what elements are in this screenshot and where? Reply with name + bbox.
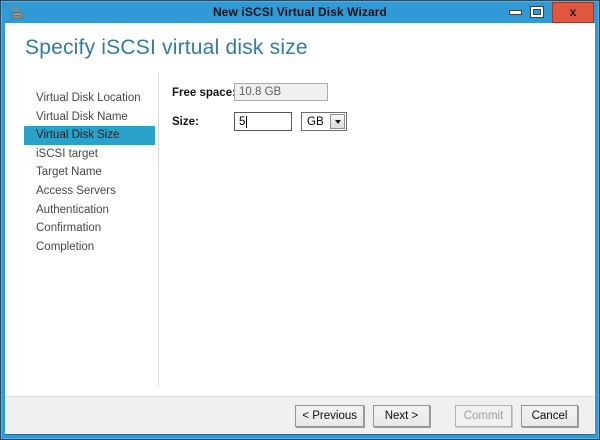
size-input[interactable]: 5: [234, 112, 292, 131]
wizard-footer: < Previous Next > Commit Cancel: [5, 396, 595, 434]
size-unit-select[interactable]: GB: [301, 112, 347, 131]
sidebar-item-virtual-disk-size[interactable]: Virtual Disk Size: [24, 126, 155, 145]
size-label: Size:: [172, 116, 199, 128]
title-bar: New iSCSI Virtual Disk Wizard x: [1, 1, 599, 23]
window-controls: x: [509, 1, 594, 23]
next-button[interactable]: Next >: [373, 404, 430, 427]
text-caret: [246, 115, 248, 128]
sidebar-item-authentication[interactable]: Authentication: [24, 201, 155, 220]
sidebar-divider: [158, 72, 159, 386]
sidebar-item-iscsi-target[interactable]: iSCSI target: [24, 145, 155, 164]
sidebar-item-virtual-disk-name[interactable]: Virtual Disk Name: [24, 108, 155, 127]
minimize-icon[interactable]: [509, 9, 522, 15]
sidebar-item-target-name[interactable]: Target Name: [24, 163, 155, 182]
commit-button: Commit: [455, 404, 512, 427]
sidebar-item-completion[interactable]: Completion: [24, 238, 155, 257]
maximize-icon[interactable]: [531, 7, 543, 17]
free-space-field: 10.8 GB: [234, 83, 328, 101]
sidebar-item-virtual-disk-location[interactable]: Virtual Disk Location: [24, 89, 155, 108]
sidebar-item-access-servers[interactable]: Access Servers: [24, 182, 155, 201]
dropdown-arrow-button[interactable]: [330, 114, 345, 129]
wizard-step-list: Virtual Disk Location Virtual Disk Name …: [24, 89, 155, 256]
wizard-window: New iSCSI Virtual Disk Wizard x Specify …: [0, 0, 600, 440]
free-space-label: Free space:: [172, 87, 236, 99]
wizard-client-area: Specify iSCSI virtual disk size Virtual …: [5, 23, 595, 434]
chevron-down-icon: [334, 119, 341, 124]
close-icon[interactable]: x: [552, 1, 594, 23]
cancel-button[interactable]: Cancel: [521, 404, 578, 427]
page-title: Specify iSCSI virtual disk size: [25, 36, 308, 59]
sidebar-item-confirmation[interactable]: Confirmation: [24, 219, 155, 238]
previous-button[interactable]: < Previous: [295, 404, 364, 427]
free-space-value: 10.8 GB: [239, 86, 282, 98]
size-unit-value: GB: [307, 115, 324, 128]
size-value: 5: [239, 115, 246, 128]
